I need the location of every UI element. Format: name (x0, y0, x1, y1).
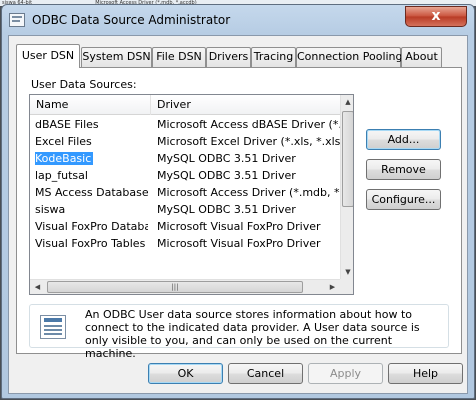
selected-name: KodeBasic (35, 152, 94, 165)
dsn-driver: Microsoft Access dBASE Driver (*.dbf, (157, 118, 340, 131)
configure-button[interactable]: Configure... (366, 189, 441, 210)
tab-strip: User DSN System DSN File DSN Drivers Tra… (16, 44, 462, 68)
window-title: ODBC Data Source Administrator (32, 13, 231, 27)
scrollbar-corner (340, 279, 353, 294)
dsn-name: dBASE Files (35, 118, 99, 131)
dsn-driver: MySQL ODBC 3.51 Driver (157, 152, 296, 165)
tab-user-dsn[interactable]: User DSN (16, 44, 80, 68)
user-dsn-panel: User Data Sources: Name Driver dBASE Fil… (16, 67, 462, 360)
list-item[interactable]: Visual FoxPro Tables Microsoft Visual Fo… (30, 235, 340, 252)
dsn-driver: Microsoft Visual FoxPro Driver (157, 220, 321, 233)
tab-label: System DSN (82, 50, 151, 63)
close-icon: x (431, 8, 441, 24)
dsn-name: siswa (35, 203, 66, 216)
tab-label: About (405, 50, 438, 63)
tab-file-dsn[interactable]: File DSN (152, 47, 206, 67)
list-item[interactable]: Visual FoxPro Database Microsoft Visual … (30, 218, 340, 235)
dsn-name: Excel Files (35, 135, 92, 148)
add-button[interactable]: Add... (366, 129, 441, 150)
title-bar[interactable]: ODBC Data Source Administrator x (2, 5, 474, 33)
user-data-sources-label: User Data Sources: (31, 78, 137, 91)
vertical-scroll-thumb[interactable] (342, 111, 353, 207)
icon-line (44, 325, 62, 327)
list-item-selected[interactable]: KodeBasic MySQL ODBC 3.51 Driver (30, 150, 340, 167)
list-item[interactable]: MS Access Database Microsoft Access Driv… (30, 184, 340, 201)
dsn-driver: MySQL ODBC 3.51 Driver (157, 169, 296, 182)
help-button[interactable]: Help (388, 363, 463, 384)
tab-connection-pooling[interactable]: Connection Pooling (296, 47, 403, 67)
data-source-info-icon (40, 315, 66, 339)
tab-about[interactable]: About (401, 47, 442, 67)
dsn-name: lap_futsal (35, 169, 88, 182)
icon-line (44, 329, 62, 331)
dsn-name: MS Access Database (35, 186, 148, 199)
scroll-left-arrow-icon[interactable]: ◀ (30, 280, 45, 294)
horizontal-scrollbar[interactable]: ◀ ||| ▶ (30, 279, 340, 294)
list-header: Name Driver (30, 95, 340, 115)
odbc-dialog-window: ODBC Data Source Administrator x User DS… (1, 4, 475, 399)
column-header-driver[interactable]: Driver (151, 95, 341, 115)
vertical-scrollbar[interactable]: ▲ ▼ (340, 95, 353, 279)
scroll-right-arrow-icon[interactable]: ▶ (325, 280, 340, 294)
data-sources-list[interactable]: Name Driver dBASE Files Microsoft Access… (29, 94, 354, 295)
tab-label: User DSN (21, 49, 75, 62)
column-header-name[interactable]: Name (30, 95, 151, 115)
close-button[interactable]: x (405, 6, 467, 27)
horizontal-scroll-thumb[interactable]: ||| (47, 281, 303, 293)
dsn-name: Visual FoxPro Database (35, 220, 148, 233)
info-description: An ODBC User data source stores informat… (85, 308, 420, 360)
tab-tracing[interactable]: Tracing (251, 47, 296, 67)
dsn-driver: Microsoft Visual FoxPro Driver (157, 237, 321, 250)
info-box: An ODBC User data source stores informat… (29, 304, 449, 360)
scroll-up-arrow-icon[interactable]: ▲ (341, 95, 353, 109)
dialog-client-area: User DSN System DSN File DSN Drivers Tra… (8, 35, 468, 394)
icon-header-bar (44, 318, 62, 322)
apply-button[interactable]: Apply (308, 363, 383, 384)
tab-label: Drivers (208, 50, 249, 63)
tab-label: Tracing (253, 50, 294, 63)
dsn-name: Visual FoxPro Tables (35, 237, 146, 250)
dsn-driver: Microsoft Excel Driver (*.xls, *.xlsx, *… (157, 135, 340, 148)
scroll-grip-icon: ||| (171, 283, 179, 291)
scroll-down-arrow-icon[interactable]: ▼ (341, 265, 353, 279)
list-item[interactable]: lap_futsal MySQL ODBC 3.51 Driver (30, 167, 340, 184)
odbc-app-icon (9, 13, 25, 27)
icon-line (44, 333, 62, 335)
ok-button[interactable]: OK (148, 363, 223, 384)
dsn-driver: Microsoft Access Driver (*.mdb, *.accd (157, 186, 340, 199)
tab-label: Connection Pooling (297, 50, 403, 63)
list-item[interactable]: dBASE Files Microsoft Access dBASE Drive… (30, 116, 340, 133)
tab-drivers[interactable]: Drivers (206, 47, 251, 67)
tab-system-dsn[interactable]: System DSN (81, 47, 152, 67)
tab-label: File DSN (156, 50, 202, 63)
cancel-button[interactable]: Cancel (228, 363, 303, 384)
dsn-driver: MySQL ODBC 3.51 Driver (157, 203, 296, 216)
list-rows: dBASE Files Microsoft Access dBASE Drive… (30, 116, 340, 276)
remove-button[interactable]: Remove (366, 159, 441, 180)
dsn-name-selected: KodeBasic (35, 150, 148, 167)
list-item[interactable]: Excel Files Microsoft Excel Driver (*.xl… (30, 133, 340, 150)
list-item[interactable]: siswa MySQL ODBC 3.51 Driver (30, 201, 340, 218)
